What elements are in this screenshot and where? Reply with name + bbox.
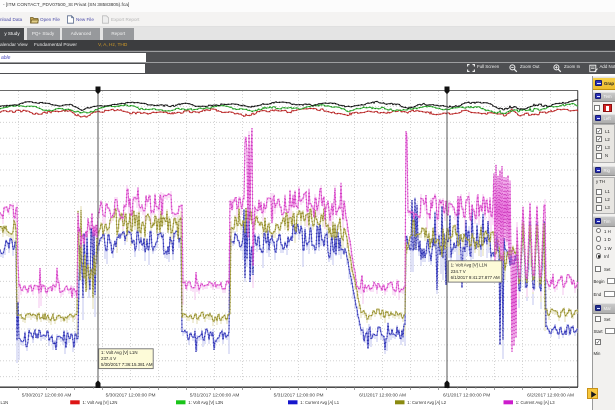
svg-text:6/1/2017 12:00:00 AM: 6/1/2017 12:00:00 AM — [359, 392, 406, 398]
svg-text:5/30/2017 7:36:15.381 AM: 5/30/2017 7:36:15.381 AM — [101, 362, 153, 367]
svg-text:1: Volt Avg [V] L1N: 1: Volt Avg [V] L1N — [451, 263, 488, 268]
svg-text:6/2/2017 12:00:00 AM: 6/2/2017 12:00:00 AM — [527, 392, 574, 398]
svg-text:5/31/2017 12:00:00 AM: 5/31/2017 12:00:00 AM — [190, 392, 240, 398]
svg-text:6/1/2017 9:41:27.877 AM: 6/1/2017 9:41:27.877 AM — [451, 275, 500, 280]
svg-text:1: Volt Avg [V] L3N: 1: Volt Avg [V] L3N — [188, 400, 223, 405]
svg-text:234.7 V: 234.7 V — [451, 269, 466, 274]
svg-text:237.4 V: 237.4 V — [101, 356, 116, 361]
svg-text:5/30/2017 12:00:00 AM: 5/30/2017 12:00:00 AM — [22, 392, 72, 398]
svg-text:1: Current Avg [A] L1: 1: Current Avg [A] L1 — [300, 400, 339, 405]
svg-text:5/30/2017 12:00:00 PM: 5/30/2017 12:00:00 PM — [106, 392, 156, 398]
svg-text:L1N: L1N — [1, 400, 9, 405]
svg-text:1: Volt Avg [V] L2N: 1: Volt Avg [V] L2N — [83, 400, 118, 405]
svg-text:1: Current Avg [A] L2: 1: Current Avg [A] L2 — [407, 400, 446, 405]
svg-text:1: Volt Avg [V] L1N: 1: Volt Avg [V] L1N — [101, 350, 138, 355]
svg-text:6/1/2017 12:00:00 PM: 6/1/2017 12:00:00 PM — [443, 392, 490, 398]
svg-text:1: Current Avg [A] L3: 1: Current Avg [A] L3 — [516, 400, 555, 405]
svg-text:5/31/2017 12:00:00 PM: 5/31/2017 12:00:00 PM — [274, 392, 324, 398]
